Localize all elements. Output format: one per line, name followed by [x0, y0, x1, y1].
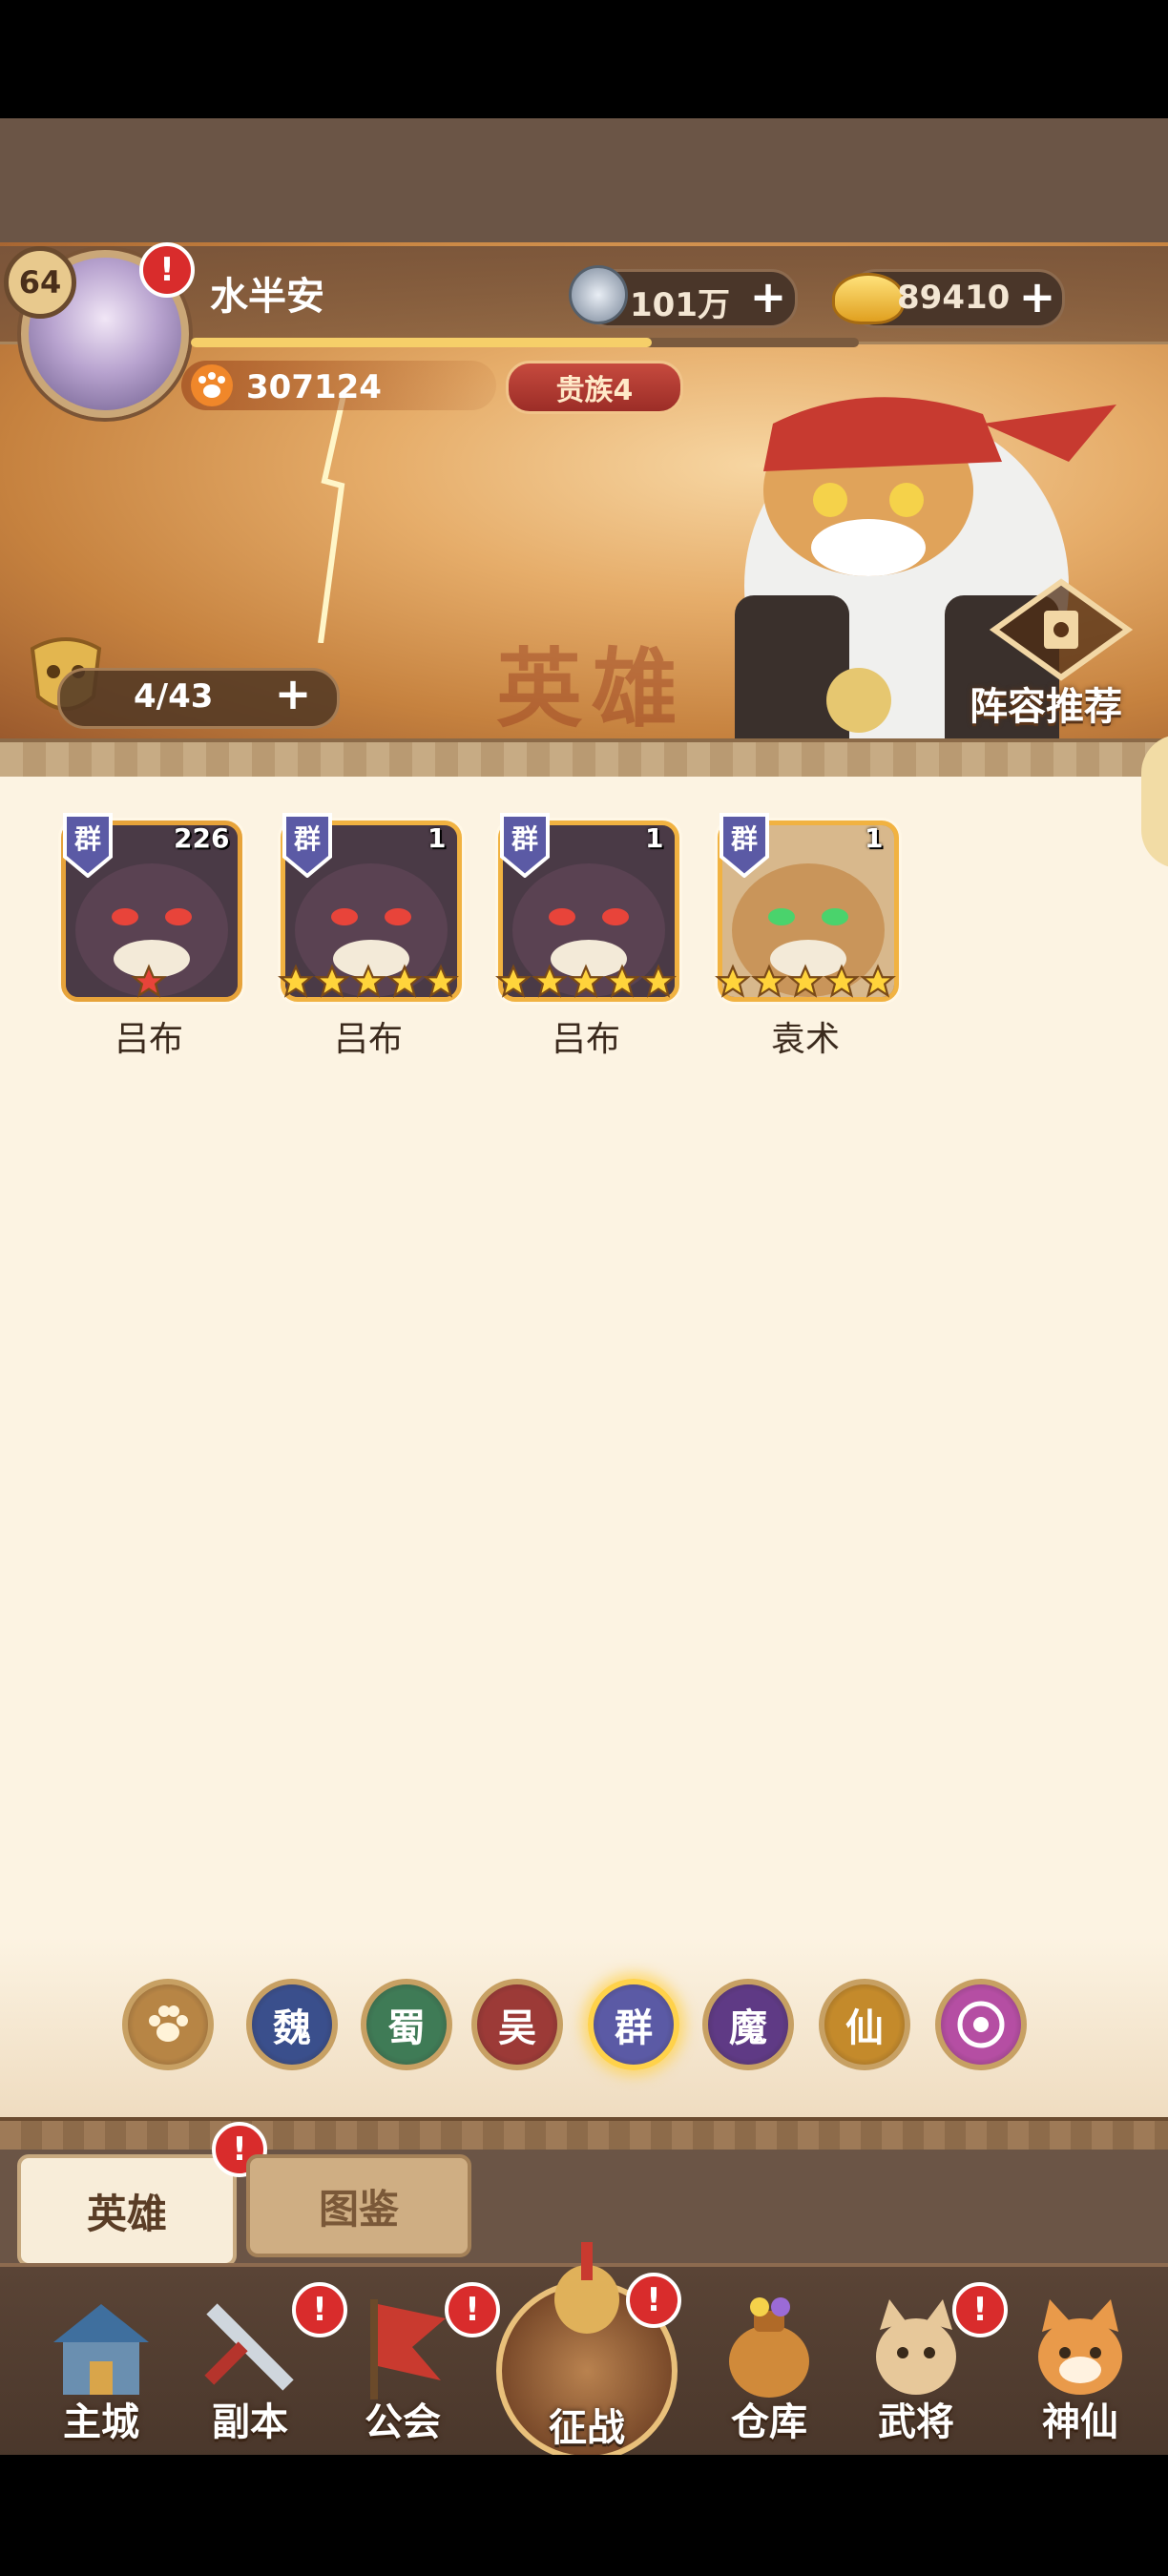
status-bar — [0, 0, 1168, 118]
nav-campaign[interactable]: 征战 — [496, 2233, 678, 2462]
faction-filter-swirl[interactable] — [935, 1979, 1027, 2070]
side-drawer-tab[interactable] — [1141, 735, 1168, 868]
faction-filter-label: 群 — [615, 2006, 653, 2050]
star-icon — [386, 964, 423, 998]
star-icon — [604, 964, 640, 998]
faction-filter-button[interactable]: 蜀 — [361, 1979, 452, 2070]
guild-alert-icon: ! — [445, 2282, 500, 2337]
faction-filter-paw[interactable] — [122, 1979, 214, 2070]
faction-tag-label: 群 — [730, 823, 758, 855]
add-gold-button[interactable]: + — [1015, 275, 1059, 319]
nav-immortal[interactable]: 神仙 — [1013, 2271, 1147, 2452]
nav-label-generals: 武将 — [878, 2400, 954, 2444]
hero-count: 1 — [428, 822, 447, 854]
bottom-divider — [0, 2117, 1168, 2153]
power-value: 307124 — [246, 368, 382, 406]
star-icon — [532, 964, 568, 998]
faction-filter-label: 仙 — [845, 2006, 884, 2050]
system-gesture-bar — [0, 2455, 1168, 2576]
faction-filter-button[interactable]: 魏 — [246, 1979, 338, 2070]
silver-coin-icon — [569, 265, 628, 324]
star-icon — [423, 964, 459, 998]
generals-alert-icon: ! — [952, 2282, 1008, 2337]
treasure-bag-icon — [729, 2297, 809, 2398]
hero-name: 袁术 — [770, 1020, 840, 1059]
faction-filter-label: 魔 — [729, 2006, 767, 2050]
star-icon — [350, 964, 386, 998]
exp-bar-fill — [191, 338, 652, 347]
swirl-icon — [957, 2001, 1005, 2048]
faction-filter-label: 吴 — [498, 2006, 536, 2050]
faction-tag: 群 — [282, 813, 332, 879]
campaign-alert-icon: ! — [626, 2273, 681, 2328]
nav-warehouse[interactable]: 仓库 — [702, 2271, 836, 2452]
hero-name: 吕布 — [333, 1020, 403, 1059]
flag-icon — [370, 2299, 446, 2399]
star-icon — [640, 964, 677, 998]
star-icon — [787, 964, 824, 998]
hero-count: 226 — [174, 822, 230, 854]
exp-bar — [191, 338, 859, 347]
faction-tag: 群 — [500, 813, 550, 879]
star-icon — [568, 964, 604, 998]
paw-icon — [149, 2005, 188, 2042]
faction-filter-button[interactable]: 吴 — [471, 1979, 563, 2070]
hero-capacity-value: 4/43 — [134, 677, 214, 716]
star-icon — [314, 964, 350, 998]
hero-stars — [131, 964, 167, 1002]
helmet-icon — [554, 2242, 619, 2334]
tab-heroes[interactable]: 英雄 — [17, 2154, 237, 2267]
player-level-badge: 64 — [4, 246, 76, 319]
tab-codex[interactable]: 图鉴 — [246, 2154, 471, 2257]
lineup-recommend-label: 阵容推荐 — [970, 685, 1122, 729]
hero-count: 1 — [865, 822, 884, 854]
sword-icon — [204, 2303, 294, 2391]
faction-filter-button[interactable]: 群 — [588, 1979, 679, 2070]
nav-label-immortal: 神仙 — [1042, 2400, 1118, 2444]
faction-tag: 群 — [720, 813, 769, 879]
faction-filter-button[interactable]: 仙 — [819, 1979, 910, 2070]
lightning-decoration — [318, 395, 346, 643]
faction-tag-label: 群 — [73, 823, 101, 855]
orange-cat-icon — [1038, 2299, 1122, 2395]
vip-badge[interactable]: 贵族4 — [506, 361, 683, 414]
hero-count: 1 — [645, 822, 664, 854]
faction-filter-label: 魏 — [273, 2006, 311, 2050]
hero-stars — [278, 964, 459, 1002]
expand-capacity-button[interactable]: + — [271, 672, 315, 716]
gold-ingot-icon — [832, 273, 905, 324]
hero-stars — [495, 964, 677, 1002]
add-silver-button[interactable]: + — [746, 275, 790, 319]
nav-label-dungeon: 副本 — [212, 2400, 288, 2444]
nav-main-city[interactable]: 主城 — [34, 2271, 168, 2452]
hero-name: 吕布 — [551, 1020, 620, 1059]
castle-icon — [53, 2304, 149, 2395]
star-icon — [751, 964, 787, 998]
nav-label-warehouse: 仓库 — [731, 2400, 807, 2444]
star-icon — [715, 964, 751, 998]
game-screen: { "player": { "level": "64", "name": "水半… — [0, 0, 1168, 2576]
avatar-alert-icon: ! — [139, 242, 195, 298]
star-icon — [278, 964, 314, 998]
hero-stars — [715, 964, 896, 1002]
top-strip — [0, 118, 1168, 242]
faction-filter-label: 蜀 — [387, 2006, 426, 2050]
star-icon — [495, 964, 532, 998]
star-icon — [824, 964, 860, 998]
silver-value: 101万 — [630, 286, 730, 324]
faction-tag-label: 群 — [293, 823, 321, 855]
faction-tag-label: 群 — [511, 823, 538, 855]
star-icon — [860, 964, 896, 998]
hero-name: 吕布 — [114, 1020, 183, 1059]
faction-tag: 群 — [63, 813, 113, 879]
gold-value: 89410 — [897, 279, 1011, 317]
nav-label-campaign: 征战 — [549, 2406, 625, 2450]
nav-label-main-city: 主城 — [63, 2400, 139, 2444]
paw-icon — [191, 364, 233, 406]
player-name: 水半安 — [210, 275, 324, 319]
star-icon — [131, 964, 167, 998]
faction-filter-button[interactable]: 魔 — [702, 1979, 794, 2070]
nav-label-guild: 公会 — [365, 2400, 441, 2444]
